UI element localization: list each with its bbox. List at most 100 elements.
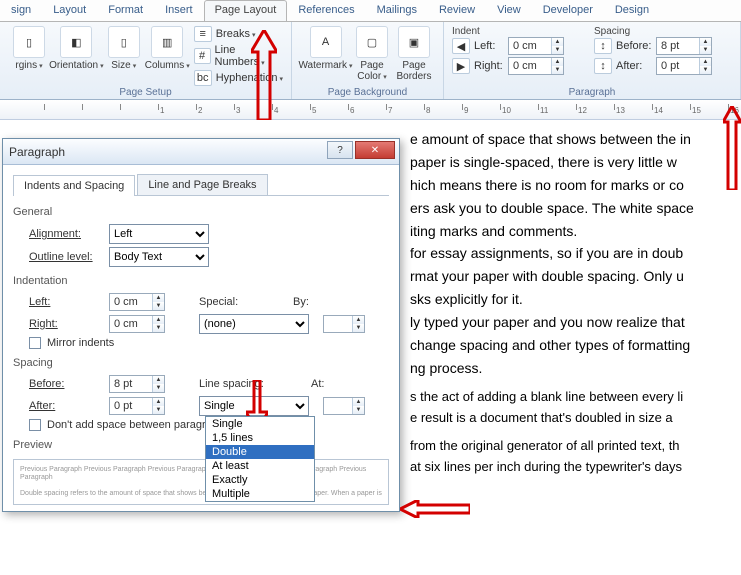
opt-single[interactable]: Single	[206, 417, 314, 431]
indent-left-spin[interactable]: 0 cm▲▼	[109, 293, 165, 311]
orientation-icon: ◧	[60, 26, 92, 58]
mirror-indents-label: Mirror indents	[47, 337, 114, 349]
alignment-label: Alignment:	[29, 228, 109, 240]
paragraph-dialog: Paragraph ? ✕ Indents and Spacing Line a…	[2, 138, 400, 512]
at-spin[interactable]: ▲▼	[323, 397, 365, 415]
tab-developer[interactable]: Developer	[532, 0, 604, 21]
columns-button[interactable]: ▥Columns	[145, 24, 190, 72]
annotation-arrow-left-double	[400, 500, 470, 518]
doc-line: paper is single-spaced, there is very li…	[410, 153, 741, 172]
alignment-select[interactable]: Left	[109, 224, 209, 244]
opt-1-5[interactable]: 1,5 lines	[206, 431, 314, 445]
tab-references[interactable]: References	[287, 0, 365, 21]
indent-heading: Indent	[452, 26, 564, 37]
mirror-indents-checkbox[interactable]	[29, 337, 41, 349]
dont-add-space-label: Don't add space between paragra	[47, 419, 212, 431]
ribbon: ▯rgins ◧Orientation ▯Size ▥Columns ≡Brea…	[0, 22, 741, 100]
doc-line: from the original generator of all print…	[410, 437, 741, 455]
size-button[interactable]: ▯Size	[103, 24, 145, 72]
page-borders-button[interactable]: ▣Page Borders	[393, 24, 435, 82]
spacing-after-icon: ↕	[594, 58, 612, 74]
hyphenation-icon: bc	[194, 70, 212, 86]
indent-right-label: Right:	[474, 60, 508, 72]
page-background-group-title: Page Background	[300, 86, 435, 98]
ribbon-tab-strip: sign Layout Format Insert Page Layout Re…	[0, 0, 741, 22]
dialog-title: Paragraph	[9, 145, 65, 159]
by-label: By:	[293, 296, 323, 308]
tab-review[interactable]: Review	[428, 0, 486, 21]
annotation-arrow-up-tab	[251, 30, 277, 120]
spacing-before-input[interactable]: 8 pt▲▼	[656, 37, 712, 55]
doc-line: ng process.	[410, 359, 741, 378]
tab-design[interactable]: Design	[604, 0, 660, 21]
before-label: Before:	[29, 378, 109, 390]
spacing-before-icon: ↕	[594, 38, 612, 54]
by-spin[interactable]: ▲▼	[323, 315, 365, 333]
tab-indents-spacing[interactable]: Indents and Spacing	[13, 175, 135, 196]
dont-add-space-checkbox[interactable]	[29, 419, 41, 431]
doc-line: at six lines per inch during the typewri…	[410, 458, 741, 476]
horizontal-ruler[interactable]: 12345678910111213141516	[0, 100, 741, 120]
tab-view[interactable]: View	[486, 0, 532, 21]
opt-double[interactable]: Double	[206, 445, 314, 459]
doc-line: for essay assignments, so if you are in …	[410, 244, 741, 263]
outline-label: Outline level:	[29, 251, 109, 263]
special-select[interactable]: (none)	[199, 314, 309, 334]
spacing-before-label: Before:	[616, 40, 656, 52]
indent-right-label2: Right:	[29, 318, 109, 330]
doc-line: ly typed your paper and you now realize …	[410, 313, 741, 332]
paragraph-group-title: Paragraph	[452, 86, 732, 98]
spacing-after-input[interactable]: 0 pt▲▼	[656, 57, 712, 75]
indent-left-icon: ◀	[452, 38, 470, 54]
after-spin[interactable]: 0 pt▲▼	[109, 397, 165, 415]
doc-line: change spacing and other types of format…	[410, 336, 741, 355]
page-borders-icon: ▣	[398, 26, 430, 58]
dialog-titlebar[interactable]: Paragraph ? ✕	[3, 139, 399, 165]
orientation-button[interactable]: ◧Orientation	[50, 24, 103, 72]
line-spacing-dropdown: Single 1,5 lines Double At least Exactly…	[205, 416, 315, 502]
help-button[interactable]: ?	[327, 141, 353, 159]
special-label: Special:	[199, 296, 259, 308]
close-button[interactable]: ✕	[355, 141, 395, 159]
line-spacing-label: Line spacing:	[199, 378, 283, 390]
indent-right-icon: ▶	[452, 58, 470, 74]
doc-line: s the act of adding a blank line between…	[410, 388, 741, 406]
tab-line-breaks[interactable]: Line and Page Breaks	[137, 174, 267, 195]
indent-left-label2: Left:	[29, 296, 109, 308]
tab-design-left[interactable]: sign	[0, 0, 42, 21]
page-color-button[interactable]: ▢Page Color	[351, 24, 393, 83]
tab-layout[interactable]: Layout	[42, 0, 97, 21]
indent-right-spin[interactable]: 0 cm▲▼	[109, 315, 165, 333]
before-spin[interactable]: 8 pt▲▼	[109, 375, 165, 393]
line-numbers-icon: #	[194, 48, 211, 64]
page-color-icon: ▢	[356, 26, 388, 58]
spacing-after-label: After:	[616, 60, 656, 72]
after-label: After:	[29, 400, 109, 412]
doc-line: hich means there is no room for marks or…	[410, 176, 741, 195]
indent-left-input[interactable]: 0 cm▲▼	[508, 37, 564, 55]
doc-line: e result is a document that's doubled in…	[410, 409, 741, 427]
opt-multiple[interactable]: Multiple	[206, 487, 314, 501]
margins-button[interactable]: ▯rgins	[8, 24, 50, 72]
margins-icon: ▯	[13, 26, 45, 58]
tab-page-layout[interactable]: Page Layout	[204, 0, 288, 21]
columns-icon: ▥	[151, 26, 183, 58]
size-icon: ▯	[108, 26, 140, 58]
section-preview: Preview	[13, 439, 389, 451]
preview-box: Previous Paragraph Previous Paragraph Pr…	[13, 459, 389, 505]
opt-exactly[interactable]: Exactly	[206, 473, 314, 487]
doc-line: e amount of space that shows between the…	[410, 130, 741, 149]
spacing-heading: Spacing	[594, 26, 712, 37]
tab-mailings[interactable]: Mailings	[366, 0, 428, 21]
outline-select[interactable]: Body Text	[109, 247, 209, 267]
tab-format[interactable]: Format	[97, 0, 154, 21]
watermark-button[interactable]: AWatermark	[300, 24, 351, 72]
breaks-icon: ≡	[194, 26, 212, 42]
indent-right-input[interactable]: 0 cm▲▼	[508, 57, 564, 75]
page-setup-group-title: Page Setup	[8, 86, 283, 98]
doc-line: sks explicitly for it.	[410, 290, 741, 309]
section-indentation: Indentation	[13, 275, 389, 287]
tab-insert[interactable]: Insert	[154, 0, 204, 21]
watermark-icon: A	[310, 26, 342, 58]
opt-atleast[interactable]: At least	[206, 459, 314, 473]
